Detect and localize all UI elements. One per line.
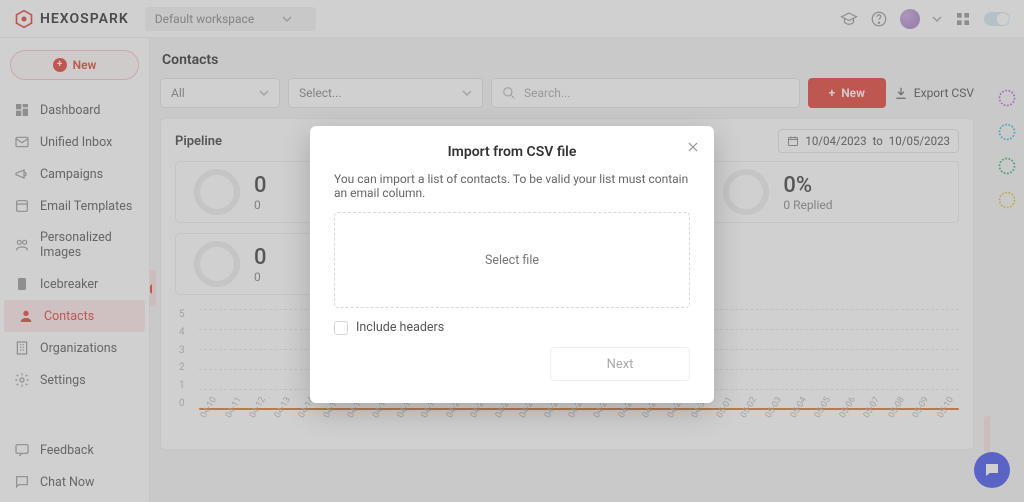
dropzone-label: Select file xyxy=(485,253,539,268)
import-csv-modal: Import from CSV file You can import a li… xyxy=(310,126,714,403)
include-headers-row[interactable]: Include headers xyxy=(334,320,690,335)
include-headers-label: Include headers xyxy=(356,320,444,335)
checkbox-icon[interactable] xyxy=(334,321,348,335)
next-button-label: Next xyxy=(607,357,634,372)
close-icon xyxy=(686,140,700,154)
close-button[interactable] xyxy=(686,140,700,158)
file-dropzone[interactable]: Select file xyxy=(334,212,690,308)
next-button[interactable]: Next xyxy=(550,347,690,381)
modal-description: You can import a list of contacts. To be… xyxy=(334,172,690,200)
modal-overlay[interactable]: Import from CSV file You can import a li… xyxy=(0,0,1024,502)
modal-title: Import from CSV file xyxy=(334,144,690,160)
